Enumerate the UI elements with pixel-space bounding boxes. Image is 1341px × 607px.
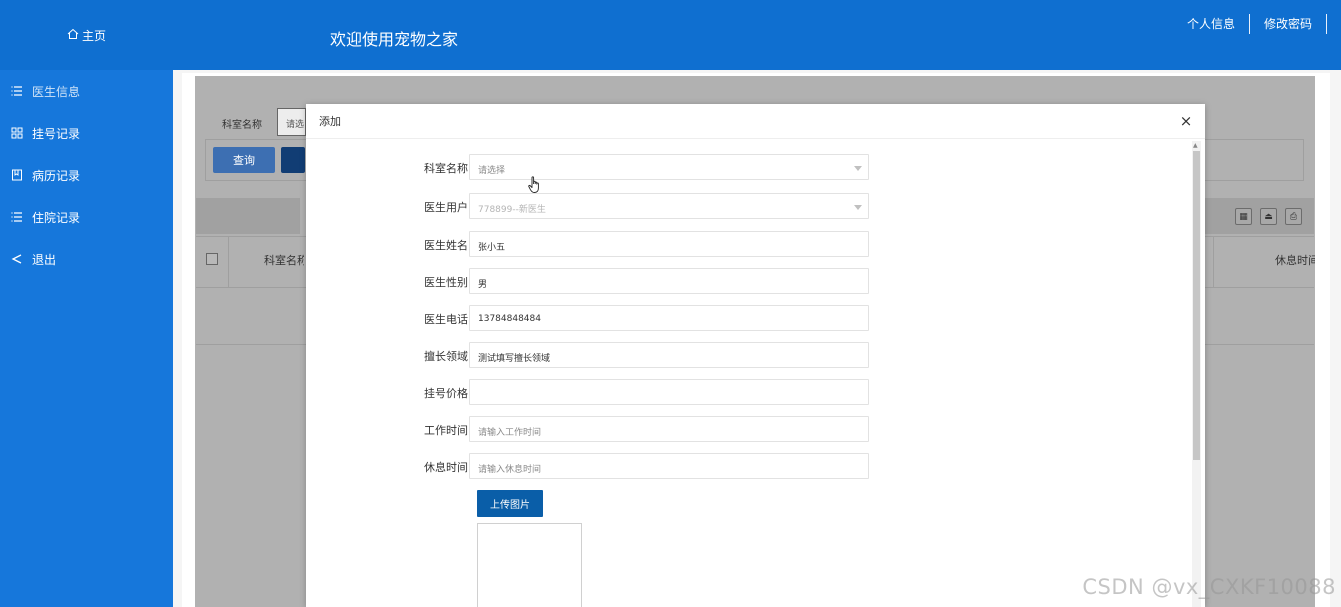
- table-header-department: 科室名称: [264, 254, 304, 267]
- form-row-specialty: 擅长领域 测试填写擅长领域: [306, 342, 906, 368]
- sidebar-item-hospitalization[interactable]: 住院记录: [0, 196, 173, 238]
- dialog-title: 添加: [319, 115, 341, 128]
- chevron-down-icon: [854, 166, 862, 171]
- field-label: 医生姓名: [424, 239, 468, 252]
- field-label: 休息时间: [424, 461, 468, 474]
- list-icon: [9, 209, 25, 225]
- field-label: 工作时间: [424, 424, 468, 437]
- dialog-header: 添加 ×: [306, 104, 1205, 139]
- image-preview: [477, 523, 582, 607]
- field-label: 擅长领域: [424, 350, 468, 363]
- add-dialog: 添加 × 科室名称 请选择 医生用户 778899--新医生 医生姓名 张小五 …: [306, 104, 1205, 607]
- field-label: 医生电话: [424, 313, 468, 326]
- rest-time-input[interactable]: 请输入休息时间: [469, 453, 869, 479]
- top-header: 欢迎使用宠物之家 个人信息 修改密码: [173, 0, 1341, 70]
- field-label: 挂号价格: [424, 387, 468, 400]
- select-value: 请选择: [478, 166, 506, 176]
- select-all-checkbox: [206, 253, 218, 265]
- sidebar-item-label: 挂号记录: [32, 126, 81, 141]
- filter-select: 请选: [277, 108, 306, 136]
- field-label: 医生用户: [424, 201, 468, 214]
- hand-cursor-icon: [528, 176, 542, 197]
- form-row-doctor-phone: 医生电话 13784848484: [306, 305, 906, 331]
- add-button: [281, 147, 305, 173]
- form-row-doctor-user: 医生用户 778899--新医生: [306, 193, 906, 219]
- form-row-rest-time: 休息时间 请输入休息时间: [306, 453, 906, 479]
- chevron-down-icon: [854, 205, 862, 210]
- upload-image-button[interactable]: 上传图片: [477, 490, 543, 517]
- sidebar-item-label: 病历记录: [32, 168, 81, 183]
- sidebar-item-logout[interactable]: 退出: [0, 238, 173, 280]
- sidebar-item-registration[interactable]: 挂号记录: [0, 112, 173, 154]
- specialty-input[interactable]: 测试填写擅长领域: [469, 342, 869, 368]
- sidebar-home[interactable]: 主页: [0, 0, 173, 70]
- search-button: 查询: [213, 147, 275, 173]
- watermark: CSDN @vx_CXKF10088: [1082, 575, 1336, 599]
- change-password-link[interactable]: 修改密码: [1250, 14, 1327, 34]
- table-divider: [228, 236, 229, 287]
- page-title: 欢迎使用宠物之家: [330, 30, 459, 49]
- grid-icon: [9, 125, 25, 141]
- doctor-phone-input[interactable]: 13784848484: [469, 305, 869, 331]
- table-divider: [1213, 236, 1214, 287]
- close-icon[interactable]: ×: [1178, 113, 1194, 129]
- sidebar-item-medical-records[interactable]: 病历记录: [0, 154, 173, 196]
- form-row-doctor-name: 医生姓名 张小五: [306, 231, 906, 257]
- sidebar-item-doctor-info[interactable]: 医生信息: [0, 70, 173, 112]
- doctor-name-input[interactable]: 张小五: [469, 231, 869, 257]
- filter-label: 科室名称: [222, 120, 262, 131]
- sidebar: 主页 医生信息 挂号记录 病历记录 住院记录 退出: [0, 0, 173, 607]
- list-icon: [9, 83, 25, 99]
- scroll-up-icon[interactable]: ▲: [1193, 142, 1198, 149]
- form-row-price: 挂号价格: [306, 379, 906, 405]
- profile-link[interactable]: 个人信息: [1173, 14, 1250, 34]
- scrollbar-thumb[interactable]: [1193, 151, 1200, 460]
- field-label: 医生性别: [424, 276, 468, 289]
- export-icon: ⏏: [1260, 208, 1277, 225]
- sidebar-item-label: 住院记录: [32, 210, 81, 225]
- form-row-work-time: 工作时间 请输入工作时间: [306, 416, 906, 442]
- sidebar-item-label: 退出: [32, 252, 57, 267]
- table-header-rest-time: 休息时间: [1275, 254, 1315, 267]
- header-links: 个人信息 修改密码: [1173, 14, 1327, 34]
- dialog-scrollbar[interactable]: ▲: [1192, 141, 1201, 607]
- field-label: 科室名称: [424, 162, 468, 175]
- columns-icon: ▦: [1235, 208, 1252, 225]
- select-value: 778899--新医生: [478, 205, 546, 215]
- home-label: 主页: [81, 28, 106, 43]
- form-row-doctor-gender: 医生性别 男: [306, 268, 906, 294]
- doctor-gender-input[interactable]: 男: [469, 268, 869, 294]
- sidebar-item-label: 医生信息: [32, 84, 81, 99]
- share-icon: [9, 251, 25, 267]
- print-icon: ⎙: [1285, 208, 1302, 225]
- home-icon: [67, 28, 79, 43]
- price-input[interactable]: [469, 379, 869, 405]
- table-toolbar: [196, 198, 300, 234]
- work-time-input[interactable]: 请输入工作时间: [469, 416, 869, 442]
- book-icon: [9, 167, 25, 183]
- form-row-department: 科室名称 请选择: [306, 154, 906, 180]
